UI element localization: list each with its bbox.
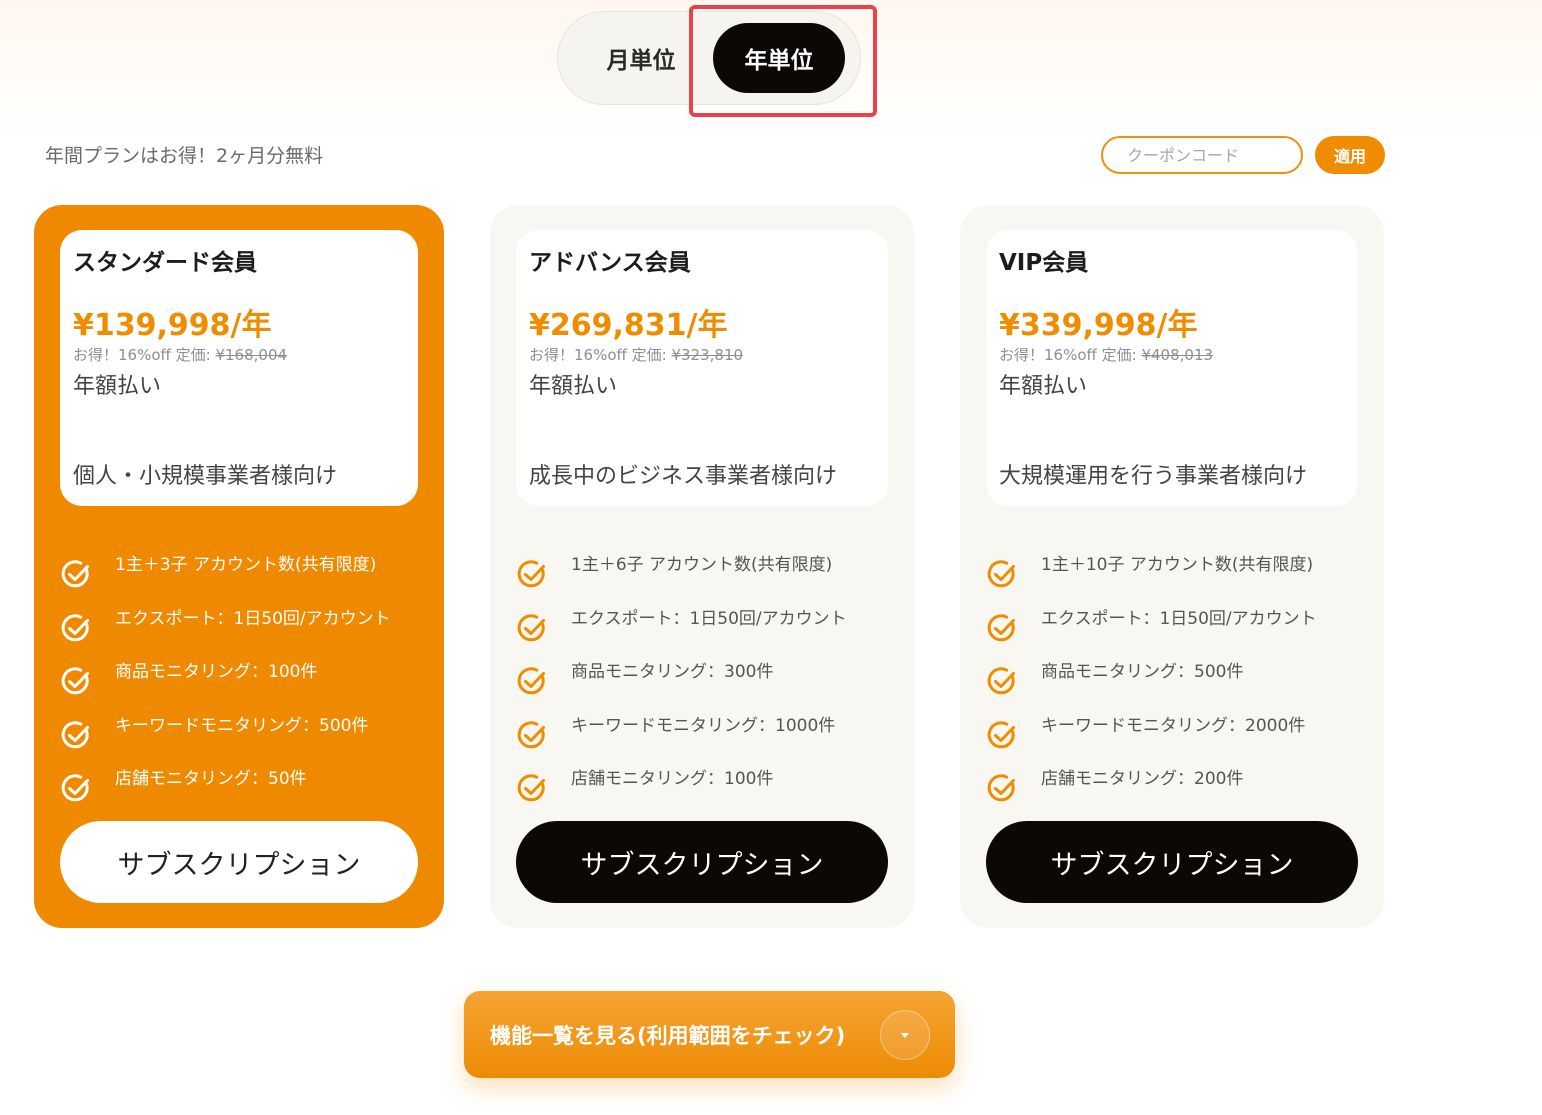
plan-billing-type: 年額払い (999, 374, 1088, 399)
feature-item: 商品モニタリング：100件 (60, 652, 434, 706)
feature-item: 店舗モニタリング：50件 (60, 759, 434, 813)
feature-text: 店舗モニタリング：100件 (571, 769, 774, 789)
check-circle-icon (517, 613, 545, 641)
plan-discount: お得！16%off 定価: ¥323,810 (529, 345, 875, 365)
feature-text: エクスポート：1日50回/アカウント (1041, 608, 1317, 629)
plan-header: スタンダード会員 ¥139,998/年 お得！16%off 定価: ¥168,0… (60, 230, 418, 506)
coupon-code-input[interactable] (1101, 136, 1303, 174)
plan-card-advance: アドバンス会員 ¥269,831/年 お得！16%off 定価: ¥323,81… (490, 205, 914, 928)
plan-name: スタンダード会員 (73, 250, 257, 276)
plan-header: VIP会員 ¥339,998/年 お得！16%off 定価: ¥408,013 … (986, 230, 1358, 506)
feature-text: 商品モニタリング：300件 (571, 662, 774, 682)
check-circle-icon (61, 667, 89, 695)
feature-text: 店舗モニタリング：200件 (1041, 769, 1244, 789)
feature-text: 1主＋6子 アカウント数(共有限度) (571, 555, 833, 575)
plan-list-price: ¥408,013 (1141, 346, 1214, 364)
feature-item: 1主＋10子 アカウント数(共有限度) (986, 545, 1374, 599)
feature-text: 店舗モニタリング：50件 (115, 769, 307, 789)
feature-text: キーワードモニタリング：2000件 (1041, 715, 1306, 736)
feature-text: 1主＋3子 アカウント数(共有限度) (115, 555, 377, 575)
plan-billing-type: 年額払い (529, 374, 618, 399)
check-circle-icon (61, 613, 89, 641)
feature-item: 店舗モニタリング：100件 (516, 759, 904, 813)
check-circle-icon (61, 560, 89, 588)
plan-target-audience: 大規模運用を行う事業者様向け (999, 464, 1308, 489)
plan-target-audience: 成長中のビジネス事業者様向け (529, 464, 838, 489)
check-circle-icon (987, 720, 1015, 748)
check-circle-icon (987, 560, 1015, 588)
feature-text: エクスポート：1日50回/アカウント (571, 608, 847, 629)
plan-discount: お得！16%off 定価: ¥408,013 (999, 345, 1345, 365)
feature-item: キーワードモニタリング：500件 (60, 706, 434, 760)
check-circle-icon (517, 720, 545, 748)
plan-name: VIP会員 (999, 250, 1089, 276)
feature-text: 1主＋10子 アカウント数(共有限度) (1041, 555, 1314, 575)
plan-discount: お得！16%off 定価: ¥168,004 (73, 345, 405, 365)
plan-discount-prefix: お得！16%off 定価: (529, 346, 672, 364)
plan-price: ¥269,831/年 (529, 308, 728, 343)
check-circle-icon (517, 560, 545, 588)
feature-text: キーワードモニタリング：500件 (115, 715, 369, 736)
plan-card-standard: スタンダード会員 ¥139,998/年 お得！16%off 定価: ¥168,0… (34, 205, 444, 928)
feature-text: 商品モニタリング：500件 (1041, 662, 1244, 682)
plan-billing-type: 年額払い (73, 374, 162, 399)
chevron-down-icon[interactable] (880, 1010, 930, 1060)
check-circle-icon (61, 720, 89, 748)
billing-monthly-option[interactable]: 月単位 (575, 23, 707, 93)
subscribe-button-vip[interactable]: サブスクリプション (986, 821, 1358, 903)
subscribe-button-standard[interactable]: サブスクリプション (60, 821, 418, 903)
check-circle-icon (987, 667, 1015, 695)
billing-yearly-option[interactable]: 年単位 (713, 23, 845, 93)
plan-name: アドバンス会員 (529, 250, 691, 276)
feature-text: キーワードモニタリング：1000件 (571, 715, 836, 736)
view-features-button[interactable]: 機能一覧を見る(利用範囲をチェック) (464, 991, 955, 1078)
feature-item: 商品モニタリング：300件 (516, 652, 904, 706)
plan-list-price: ¥168,004 (215, 346, 288, 364)
feature-item: キーワードモニタリング：2000件 (986, 706, 1374, 760)
feature-item: エクスポート：1日50回/アカウント (60, 599, 434, 653)
feature-item: エクスポート：1日50回/アカウント (516, 599, 904, 653)
subscribe-button-advance[interactable]: サブスクリプション (516, 821, 888, 903)
feature-item: 1主＋6子 アカウント数(共有限度) (516, 545, 904, 599)
feature-text: エクスポート：1日50回/アカウント (115, 608, 391, 629)
feature-text: 商品モニタリング：100件 (115, 662, 318, 682)
plan-header: アドバンス会員 ¥269,831/年 お得！16%off 定価: ¥323,81… (516, 230, 888, 506)
coupon-apply-button[interactable]: 適用 (1315, 136, 1385, 174)
plan-target-audience: 個人・小規模事業者様向け (73, 464, 338, 489)
feature-item: 1主＋3子 アカウント数(共有限度) (60, 545, 434, 599)
plan-card-vip: VIP会員 ¥339,998/年 お得！16%off 定価: ¥408,013 … (960, 205, 1384, 928)
check-circle-icon (61, 774, 89, 802)
billing-toggle: 月単位 年単位 (557, 11, 861, 105)
check-circle-icon (517, 774, 545, 802)
plan-price: ¥139,998/年 (73, 308, 272, 343)
check-circle-icon (517, 667, 545, 695)
plan-feature-list: 1主＋6子 アカウント数(共有限度) エクスポート：1日50回/アカウント 商品… (516, 545, 904, 813)
feature-item: エクスポート：1日50回/アカウント (986, 599, 1374, 653)
plan-discount-prefix: お得！16%off 定価: (999, 346, 1142, 364)
check-circle-icon (987, 613, 1015, 641)
plan-discount-prefix: お得！16%off 定価: (73, 346, 216, 364)
annual-promo-text: 年間プランはお得！2ヶ月分無料 (45, 145, 324, 167)
plan-list-price: ¥323,810 (671, 346, 744, 364)
check-circle-icon (987, 774, 1015, 802)
feature-item: 商品モニタリング：500件 (986, 652, 1374, 706)
view-features-label: 機能一覧を見る(利用範囲をチェック) (490, 1023, 846, 1048)
plan-feature-list: 1主＋10子 アカウント数(共有限度) エクスポート：1日50回/アカウント 商… (986, 545, 1374, 813)
feature-item: キーワードモニタリング：1000件 (516, 706, 904, 760)
plan-feature-list: 1主＋3子 アカウント数(共有限度) エクスポート：1日50回/アカウント 商品… (60, 545, 434, 813)
plan-price: ¥339,998/年 (999, 308, 1198, 343)
feature-item: 店舗モニタリング：200件 (986, 759, 1374, 813)
